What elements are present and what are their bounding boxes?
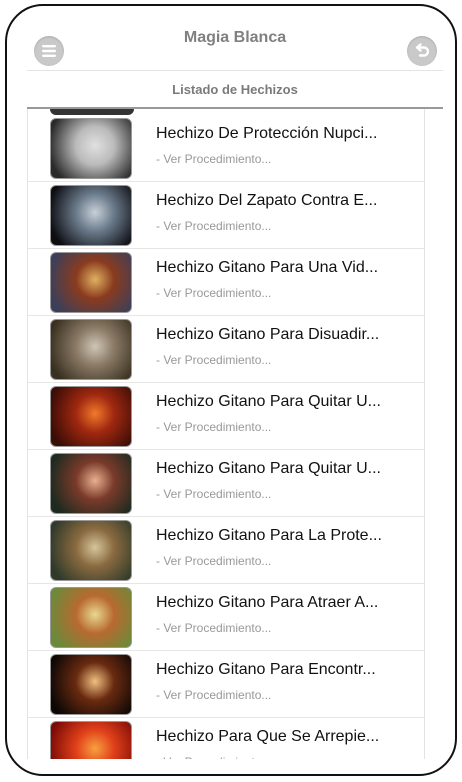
spell-thumbnail	[50, 453, 132, 514]
view-procedure-link[interactable]: - Ver Procedimiento...	[156, 487, 271, 501]
view-procedure-link[interactable]: - Ver Procedimiento...	[156, 755, 271, 759]
spell-thumbnail	[50, 386, 132, 447]
list-item[interactable]: Hechizo Gitano Para Quitar U... - Ver Pro…	[28, 450, 424, 517]
list-subheader: Listado de Hechizos	[27, 70, 443, 109]
spell-thumbnail	[50, 319, 132, 380]
menu-icon	[42, 45, 56, 57]
spell-list[interactable]: Hechizo De Protección Nupci... - Ver Proc…	[27, 109, 425, 759]
device-frame: Magia Blanca Listado de Hechizos Hechizo…	[5, 4, 457, 776]
spell-title: Hechizo De Protección Nupci...	[156, 125, 378, 142]
menu-button[interactable]	[34, 36, 64, 66]
spell-thumbnail	[50, 721, 132, 759]
list-item[interactable]: Hechizo Gitano Para Atraer A... - Ver Pro…	[28, 584, 424, 651]
view-procedure-link[interactable]: - Ver Procedimiento...	[156, 621, 271, 635]
view-procedure-link[interactable]: - Ver Procedimiento...	[156, 688, 271, 702]
list-item[interactable]: Hechizo Gitano Para Disuadir... - Ver Pro…	[28, 316, 424, 383]
view-procedure-link[interactable]: - Ver Procedimiento...	[156, 219, 271, 233]
spell-thumbnail	[50, 587, 132, 648]
view-procedure-link[interactable]: - Ver Procedimiento...	[156, 286, 271, 300]
view-procedure-link[interactable]: - Ver Procedimiento...	[156, 152, 271, 166]
header-bar: Magia Blanca	[27, 6, 443, 70]
spell-thumbnail	[50, 520, 132, 581]
list-item[interactable]: Hechizo Del Zapato Contra E... - Ver Proc…	[28, 182, 424, 249]
spell-thumbnail	[50, 654, 132, 715]
list-item[interactable]: Hechizo Gitano Para Encontr... - Ver Proc…	[28, 651, 424, 718]
view-procedure-link[interactable]: - Ver Procedimiento...	[156, 554, 271, 568]
app-screen: Magia Blanca Listado de Hechizos Hechizo…	[27, 6, 443, 774]
list-item[interactable]: Hechizo Gitano Para La Prote... - Ver Pro…	[28, 517, 424, 584]
spell-title: Hechizo Gitano Para Encontr...	[156, 661, 376, 678]
page-title: Magia Blanca	[183, 29, 287, 46]
list-item[interactable]: Hechizo Gitano Para Una Vid... - Ver Proc…	[28, 249, 424, 316]
back-button[interactable]	[407, 36, 437, 66]
spell-thumbnail	[50, 118, 132, 179]
list-item[interactable]: Hechizo Para Que Se Arrepie... - Ver Proc…	[28, 718, 424, 759]
spell-thumbnail	[50, 185, 132, 246]
spell-title: Hechizo Gitano Para Disuadir...	[156, 326, 380, 343]
spell-title: Hechizo Para Que Se Arrepie...	[156, 728, 380, 745]
view-procedure-link[interactable]: - Ver Procedimiento...	[156, 353, 271, 367]
subheader-title: Listado de Hechizos	[172, 81, 298, 97]
spell-title: Hechizo Del Zapato Contra E...	[156, 192, 378, 209]
list-item[interactable]: Hechizo Gitano Para Quitar U... - Ver Pro…	[28, 383, 424, 450]
spell-thumbnail	[50, 252, 132, 313]
view-procedure-link[interactable]: - Ver Procedimiento...	[156, 420, 271, 434]
spell-title: Hechizo Gitano Para Quitar U...	[156, 460, 381, 477]
list-item[interactable]: Hechizo De Protección Nupci... - Ver Proc…	[28, 115, 424, 182]
spell-title: Hechizo Gitano Para Una Vid...	[156, 259, 379, 276]
back-arrow-icon	[415, 43, 430, 57]
spell-title: Hechizo Gitano Para La Prote...	[156, 527, 382, 544]
spell-title: Hechizo Gitano Para Quitar U...	[156, 393, 381, 410]
spell-title: Hechizo Gitano Para Atraer A...	[156, 594, 379, 611]
